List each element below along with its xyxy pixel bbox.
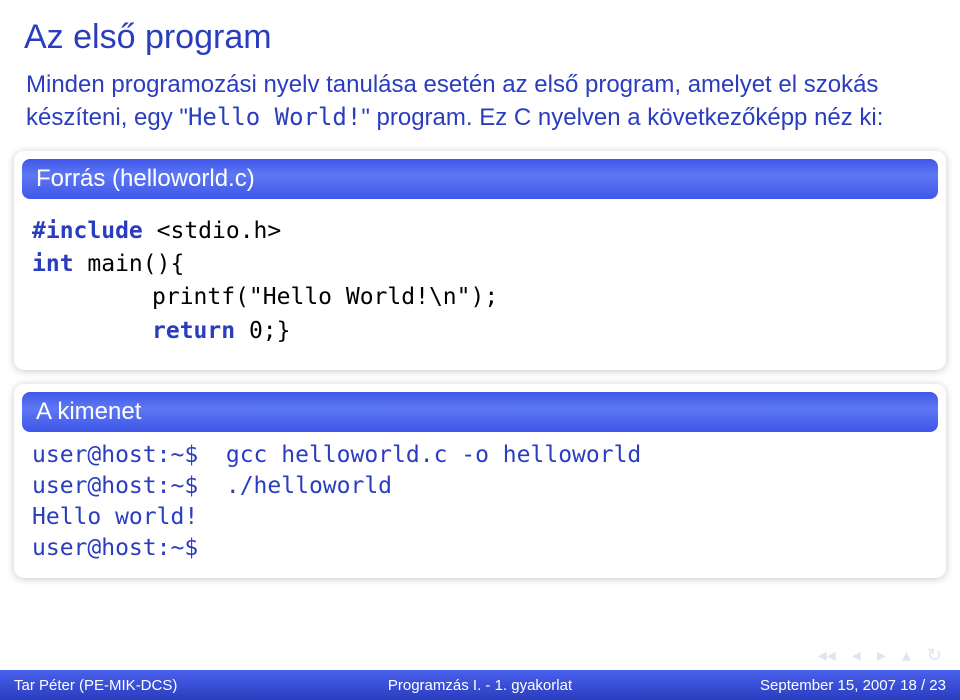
output-block: A kimenet user@host:~$ gcc helloworld.c … — [14, 384, 946, 578]
footer-bar: Tar Péter (PE-MIK-DCS) Programzás I. - 1… — [0, 670, 960, 700]
code-main: main(){ — [74, 251, 185, 277]
source-code: #include <stdio.h> int main(){ printf("H… — [14, 199, 946, 370]
kw-int: int — [32, 251, 74, 277]
code-return-end: 0;} — [235, 318, 290, 344]
output-block-title: A kimenet — [22, 392, 938, 432]
intro-text: Minden programozási nyelv tanulása eseté… — [26, 71, 883, 131]
nav-icon-row: ◂◂ ◂ ▸ ▴ ↻ — [818, 645, 942, 666]
source-block-title: Forrás (helloworld.c) — [22, 159, 938, 199]
footer-title: Programzás I. - 1. gyakorlat — [316, 677, 645, 694]
kw-return: return — [152, 318, 235, 344]
nav-cycle-icon[interactable]: ↻ — [927, 645, 942, 666]
code-printf: printf("Hello World!\n"); — [152, 284, 498, 310]
nav-first-icon[interactable]: ◂◂ — [818, 645, 836, 666]
terminal-output: user@host:~$ gcc helloworld.c -o hellowo… — [14, 432, 946, 578]
slide: Az első program Minden programozási nyel… — [0, 0, 960, 700]
kw-include: #include — [32, 218, 143, 244]
nav-next-icon[interactable]: ▸ — [877, 645, 886, 666]
footer-page: September 15, 2007 18 / 23 — [644, 677, 946, 694]
intro-paragraph: Minden programozási nyelv tanulása eseté… — [0, 63, 960, 147]
nav-up-icon[interactable]: ▴ — [902, 645, 911, 666]
slide-title: Az első program — [0, 0, 960, 63]
footer-author: Tar Péter (PE-MIK-DCS) — [14, 677, 316, 694]
code-stdio: <stdio.h> — [143, 218, 281, 244]
source-block: Forrás (helloworld.c) #include <stdio.h>… — [14, 151, 946, 370]
nav-prev-icon[interactable]: ◂ — [852, 645, 861, 666]
